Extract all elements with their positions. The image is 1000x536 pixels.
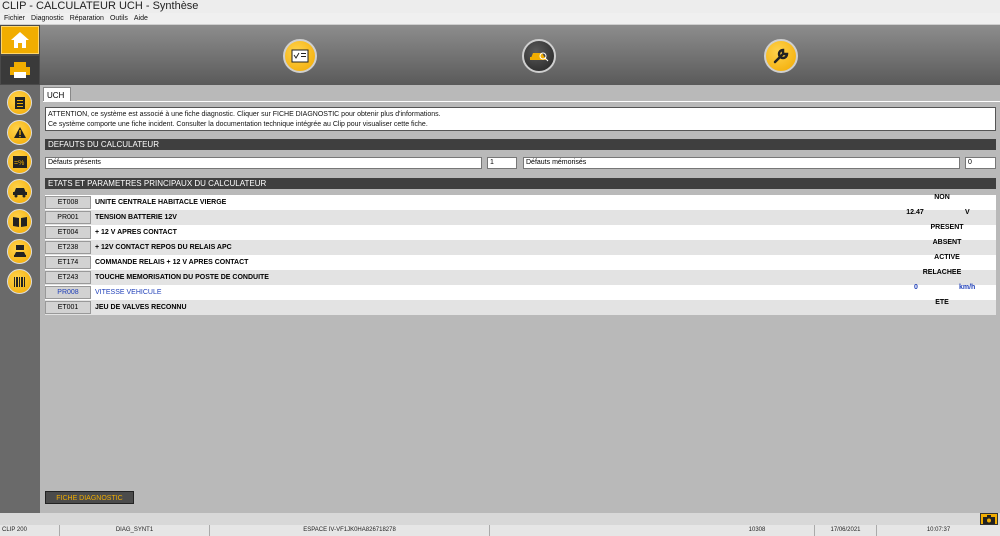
param-unit: km/h: [959, 284, 976, 291]
param-value: PRESENT: [930, 224, 964, 231]
screenshot-button[interactable]: [980, 513, 998, 525]
main-content: UCH ATTENTION, ce système est associé à …: [40, 85, 1000, 513]
menu-bar: Fichier Diagnostic Réparation Outils Aid…: [0, 13, 1000, 25]
defauts-presents-count: 1: [487, 157, 517, 169]
table-row: ET174 COMMANDE RELAIS + 12 V APRES CONTA…: [45, 254, 996, 270]
table-row: ET238 + 12V CONTACT REPOS DU RELAIS APC …: [45, 239, 996, 255]
menu-diagnostic[interactable]: Diagnostic: [31, 13, 64, 24]
param-value: ABSENT: [932, 239, 962, 246]
param-label: + 12V CONTACT REPOS DU RELAIS APC: [95, 244, 232, 251]
param-code-button[interactable]: ET243: [45, 271, 91, 284]
status-screen: DIAG_SYNT1: [60, 525, 210, 536]
param-code-button[interactable]: ET008: [45, 196, 91, 209]
param-label: COMMANDE RELAIS + 12 V APRES CONTACT: [95, 259, 249, 266]
param-code-button[interactable]: ET001: [45, 301, 91, 314]
top-toolbar: [40, 25, 1000, 85]
defauts-presents-label: Défauts présents: [45, 157, 482, 169]
checklist-button[interactable]: [283, 39, 317, 73]
params-header: ETATS ET PARAMETRES PRINCIPAUX DU CALCUL…: [45, 178, 996, 189]
defauts-memorises-count: 0: [965, 157, 996, 169]
status-date: 17/06/2021: [815, 525, 877, 536]
menu-fichier[interactable]: Fichier: [4, 13, 25, 24]
wrench-icon: [773, 48, 789, 64]
defauts-memorises-label: Défauts mémorisés: [523, 157, 960, 169]
param-label: TOUCHE MEMORISATION DU POSTE DE CONDUITE: [95, 274, 269, 281]
status-product: CLIP 200: [0, 525, 60, 536]
vehicle-diag-button[interactable]: [522, 39, 556, 73]
table-row: PR001 TENSION BATTERIE 12V 12.47 V: [45, 209, 996, 225]
notice-line-2: Ce système comporte une fiche incident. …: [48, 121, 428, 128]
param-label: JEU DE VALVES RECONNU: [95, 304, 187, 311]
sidebar-barcode-button[interactable]: [7, 269, 32, 294]
book-icon: [12, 216, 27, 227]
param-unit: V: [965, 209, 970, 216]
car-search-icon: [530, 52, 549, 62]
param-value: 12.47: [906, 209, 924, 216]
table-row: ET243 TOUCHE MEMORISATION DU POSTE DE CO…: [45, 269, 996, 285]
status-time: 10:07:37: [926, 527, 951, 533]
home-button[interactable]: [1, 26, 39, 54]
tools-button[interactable]: [764, 39, 798, 73]
param-code-button[interactable]: PR001: [45, 211, 91, 224]
notice-line-1: ATTENTION, ce système est associé à une …: [48, 111, 441, 118]
equals-percent-icon: =%: [12, 155, 27, 168]
status-vehicle: ESPACE IV-VF1JK0HA826718278: [210, 525, 490, 536]
sidebar-params-button[interactable]: =%: [7, 149, 32, 174]
window-title: CLIP - CALCULATEUR UCH - Synthèse: [0, 0, 1000, 13]
tab-uch[interactable]: UCH: [43, 87, 71, 102]
bottom-strip: [0, 513, 1000, 525]
param-value: 0: [914, 284, 918, 291]
sidebar-manual-button[interactable]: [7, 209, 32, 234]
tab-underline: [43, 101, 1000, 102]
barcode-icon: [13, 276, 25, 287]
param-label: VITESSE VEHICULE: [95, 289, 162, 296]
sidebar-warning-button[interactable]: [7, 120, 32, 145]
sidebar-vehicle-button[interactable]: [7, 179, 32, 204]
defauts-header: DEFAUTS DU CALCULATEUR: [45, 139, 996, 150]
param-value: RELACHEE: [922, 269, 962, 276]
param-code-button[interactable]: ET238: [45, 241, 91, 254]
table-row: ET008 UNITE CENTRALE HABITACLE VIERGE NO…: [45, 194, 996, 210]
param-value: NON: [934, 194, 950, 201]
menu-aide[interactable]: Aide: [134, 13, 148, 24]
params-table: ET008 UNITE CENTRALE HABITACLE VIERGE NO…: [45, 194, 996, 315]
param-code-button[interactable]: ET004: [45, 226, 91, 239]
checklist-icon: [291, 49, 309, 63]
fiche-diagnostic-button[interactable]: FICHE DIAGNOSTIC: [45, 491, 134, 504]
status-bar: CLIP 200 DIAG_SYNT1 ESPACE IV-VF1JK0HA82…: [0, 525, 1000, 536]
notice-box: ATTENTION, ce système est associé à une …: [45, 107, 996, 131]
menu-outils[interactable]: Outils: [110, 13, 128, 24]
menu-reparation[interactable]: Réparation: [70, 13, 104, 24]
param-label: TENSION BATTERIE 12V: [95, 214, 177, 221]
sidebar-save-vehicle-button[interactable]: [7, 239, 32, 264]
defauts-row: Défauts présents 1 Défauts mémorisés 0: [45, 157, 996, 169]
car-icon: [12, 187, 27, 197]
printer-icon: [10, 62, 30, 78]
sidebar-document-button[interactable]: [7, 90, 32, 115]
param-code-button[interactable]: PR008: [45, 286, 91, 299]
status-code: 10308: [700, 525, 815, 536]
floppy-car-icon: [13, 244, 26, 257]
param-code-button[interactable]: ET174: [45, 256, 91, 269]
svg-text:=%: =%: [14, 160, 24, 167]
table-row: ET001 JEU DE VALVES RECONNU ETE: [45, 299, 996, 315]
param-value: ETE: [935, 299, 949, 306]
param-value: ACTIVE: [934, 254, 960, 261]
param-label: UNITE CENTRALE HABITACLE VIERGE: [95, 199, 227, 206]
camera-icon: [983, 514, 995, 524]
table-row: ET004 + 12 V APRES CONTACT PRESENT: [45, 224, 996, 240]
table-row: PR008 VITESSE VEHICULE 0 km/h: [45, 284, 996, 300]
home-icon: [11, 32, 29, 48]
param-label: + 12 V APRES CONTACT: [95, 229, 177, 236]
document-icon: [14, 96, 25, 109]
warning-icon: [13, 127, 26, 138]
print-button[interactable]: [1, 56, 39, 84]
left-sidebar: =%: [0, 85, 40, 523]
